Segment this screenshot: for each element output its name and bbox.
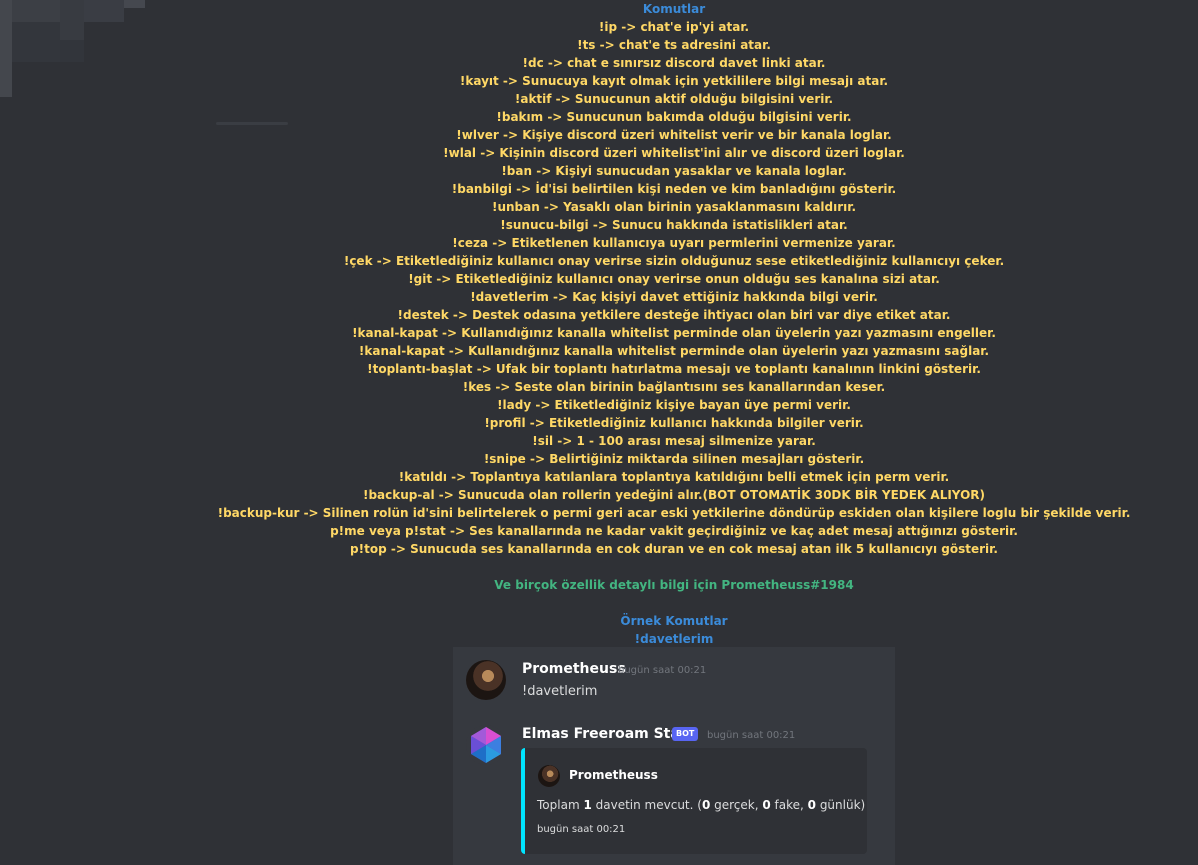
command-line: !sil -> 1 - 100 arası mesaj silmenize ya… (532, 434, 816, 448)
example-command: !davetlerim (634, 632, 714, 646)
embed-author-avatar (538, 765, 560, 787)
command-line: !profil -> Etiketlediğiniz kullanıcı hak… (484, 416, 864, 430)
command-line: !davetlerim -> Kaç kişiyi davet ettiğini… (470, 290, 878, 304)
command-line: !aktif -> Sunucunun aktif olduğu bilgisi… (514, 92, 834, 106)
command-line: !snipe -> Belirtiğiniz miktarda silinen … (483, 452, 865, 466)
embed-footer: bugün saat 00:21 (537, 824, 626, 835)
timestamp: bugün saat 00:21 (618, 665, 707, 676)
command-line: !toplantı-başlat -> Ufak bir toplantı ha… (367, 362, 981, 376)
bot-avatar[interactable] (466, 725, 506, 765)
command-line: !git -> Etiketlediğiniz kullanıcı onay v… (408, 272, 940, 286)
command-line: !ts -> chat'e ts adresini atar. (577, 38, 771, 52)
command-line: !dc -> chat e sınırsız discord davet lin… (522, 56, 826, 70)
command-list: !ip -> chat'e ip'yi atar. !ts -> chat'e t… (0, 18, 1198, 558)
username[interactable]: Prometheuss (522, 661, 626, 677)
command-line: !ban -> Kişiyi sunucudan yasaklar ve kan… (501, 164, 847, 178)
command-line: !banbilgi -> İd'isi belirtilen kişi nede… (451, 182, 897, 196)
example-title: Örnek Komutlar (620, 614, 728, 628)
command-line: p!top -> Sunucuda ses kanallarında en co… (350, 542, 998, 556)
avatar[interactable] (466, 660, 506, 700)
chat-preview: Prometheuss bugün saat 00:21 !davetlerim… (453, 647, 895, 865)
command-line: !lady -> Etiketlediğiniz kişiye bayan üy… (497, 398, 851, 412)
command-line: !ceza -> Etiketlenen kullanıcıya uyarı p… (452, 236, 896, 250)
commands-message: Komutlar !ip -> chat'e ip'yi atar. !ts ->… (0, 0, 1198, 648)
command-line: !unban -> Yasaklı olan birinin yasaklanm… (491, 200, 857, 214)
gem-icon (466, 725, 506, 765)
command-line: !kes -> Seste olan birinin bağlantısını … (462, 380, 886, 394)
message-text: !davetlerim (522, 684, 598, 699)
bot-badge: BOT (672, 727, 699, 741)
commands-title: Komutlar (642, 2, 706, 16)
command-line: !wlver -> Kişiye discord üzeri whitelist… (456, 128, 892, 142)
command-line: !bakım -> Sunucunun bakımda olduğu bilgi… (496, 110, 852, 124)
command-line: !destek -> Destek odasına yetkilere dest… (397, 308, 951, 322)
command-line: !katıldı -> Toplantıya katılanlara topla… (398, 470, 950, 484)
command-line: !sunucu-bilgi -> Sunucu hakkında istatis… (500, 218, 848, 232)
credit-line: Ve birçok özellik detaylı bilgi için Pro… (494, 578, 854, 592)
command-line: !kanal-kapat -> Kullanıdığınız kanalla w… (352, 326, 996, 340)
embed-author: Prometheuss (569, 768, 658, 782)
command-line: !kanal-kapat -> Kullanıdığınız kanalla w… (358, 344, 990, 358)
command-line: !backup-kur -> Silinen rolün id'sini bel… (217, 506, 1131, 520)
command-line: !ip -> chat'e ip'yi atar. (598, 20, 750, 34)
embed-description: Toplam 1 davetin mevcut. (0 gerçek, 0 fa… (537, 798, 866, 812)
command-line: !çek -> Etiketlediğiniz kullanıcı onay v… (343, 254, 1005, 268)
bot-username[interactable]: Elmas Freeroam Stats (522, 726, 695, 742)
page: Komutlar !ip -> chat'e ip'yi atar. !ts ->… (0, 0, 1198, 865)
command-line: !backup-al -> Sunucuda olan rollerin yed… (362, 488, 985, 502)
timestamp: bugün saat 00:21 (707, 730, 796, 741)
command-line: p!me veya p!stat -> Ses kanallarında ne … (330, 524, 1018, 538)
invite-embed: Prometheuss Toplam 1 davetin mevcut. (0 … (521, 748, 867, 854)
command-line: !wlal -> Kişinin discord üzeri whitelist… (443, 146, 905, 160)
command-line: !kayıt -> Sunucuya kayıt olmak için yetk… (459, 74, 889, 88)
